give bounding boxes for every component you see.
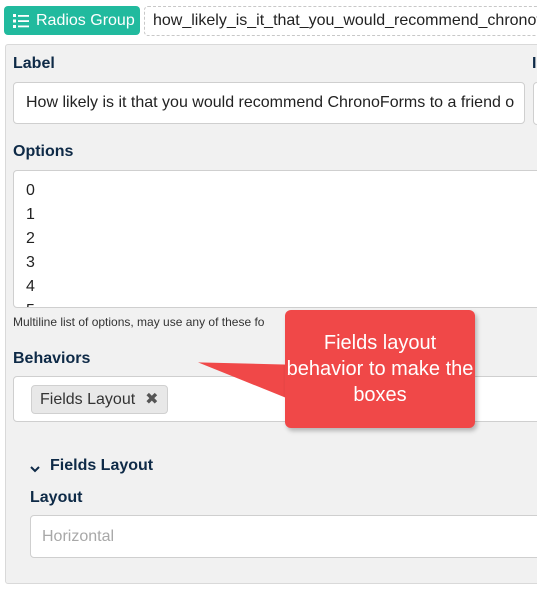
option-line: 3 xyxy=(26,254,35,271)
side-field-input[interactable] xyxy=(533,82,537,125)
behavior-chip-fields-layout[interactable]: Fields Layout ✖ xyxy=(31,385,168,414)
behaviors-field-label: Behaviors xyxy=(13,350,91,367)
field-name-input[interactable]: how_likely_is_it_that_you_would_recommen… xyxy=(144,6,537,36)
options-hint: Multiline list of options, may use any o… xyxy=(13,315,265,329)
layout-select[interactable]: Horizontal xyxy=(30,515,537,558)
fields-layout-section-toggle[interactable]: Fields Layout xyxy=(30,457,153,475)
option-line: 2 xyxy=(26,230,35,247)
option-line: 0 xyxy=(26,182,35,199)
chevron-down-icon xyxy=(30,461,40,473)
side-field-label: I xyxy=(532,55,537,72)
layout-field-label: Layout xyxy=(30,489,83,506)
field-type-label: Radios Group xyxy=(36,11,135,29)
behavior-chip-label: Fields Layout xyxy=(40,391,136,408)
list-ordered-icon xyxy=(13,13,29,29)
label-input[interactable]: How likely is it that you would recommen… xyxy=(13,82,525,124)
fields-layout-section-title: Fields Layout xyxy=(50,457,154,474)
option-line: 1 xyxy=(26,206,35,223)
field-header: Radios Group how_likely_is_it_that_you_w… xyxy=(0,0,537,44)
remove-chip-icon[interactable]: ✖ xyxy=(145,386,158,413)
options-field-label: Options xyxy=(13,143,74,160)
field-type-badge[interactable]: Radios Group xyxy=(4,6,140,35)
callout-text: Fields layout behavior to make the boxes xyxy=(286,332,474,406)
annotation-callout: Fields layout behavior to make the boxes xyxy=(285,310,475,428)
option-line: 5 xyxy=(26,299,530,307)
option-line: 4 xyxy=(26,278,35,295)
options-textarea[interactable]: 0 1 2 3 4 5 xyxy=(13,170,537,308)
label-field-label: Label xyxy=(13,55,55,72)
